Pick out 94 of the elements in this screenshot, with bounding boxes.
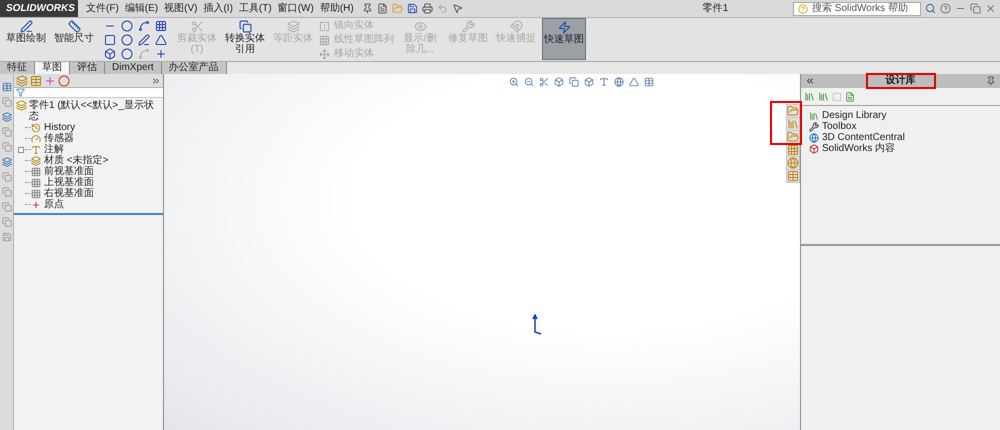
library-item[interactable]: 3D ContentCentral [822,132,905,143]
print-icon[interactable] [422,3,433,14]
document-title: 零件1 [702,2,728,16]
menu-item[interactable]: 工具(T) [238,1,272,16]
wrench-icon [809,122,819,132]
side-toolbar-icon[interactable] [2,202,12,212]
search-icon[interactable] [925,3,936,14]
side-toolbar-icon[interactable] [2,232,12,242]
new-document-icon[interactable] [376,3,388,14]
tree-item[interactable]: 传感器 [44,133,74,144]
search-field[interactable]: 搜索 SolidWorks 帮助 [793,2,921,16]
side-toolbar-icon[interactable] [2,112,12,122]
origin-icon [31,200,41,210]
plane-icon [31,166,41,176]
library-icon [809,110,819,120]
move-icon [319,48,330,60]
side-toolbar-icon[interactable] [2,217,12,227]
globe-icon[interactable] [614,77,624,87]
tree-item[interactable]: 前视基准面 [44,166,94,177]
globe-icon [809,132,819,142]
tab[interactable]: DimXpert [105,62,162,74]
tab[interactable]: 办公室产品 [162,62,227,74]
side-toolbar-icon[interactable] [2,157,12,167]
library-item[interactable]: Design Library [822,110,886,121]
help-icon[interactable] [940,3,951,14]
save-icon[interactable] [406,3,418,14]
copy-icon [238,20,252,33]
cube-icon[interactable] [584,77,594,87]
tab[interactable]: 草图 [35,62,70,74]
ribbon-button[interactable]: 草图绘制 [4,18,48,60]
lightning-icon [558,21,570,34]
filter-icon[interactable] [16,88,25,97]
side-toolbar-icon[interactable] [2,127,12,137]
restore-icon[interactable] [970,3,981,14]
expand-toggle-icon[interactable] [18,146,24,152]
tree-item[interactable]: History [44,122,76,133]
tree-item[interactable]: 注解 [44,144,64,155]
tab[interactable]: 特征 [0,62,35,74]
collapse-icon[interactable] [805,76,815,86]
select-icon[interactable] [452,3,463,14]
grid-icon [319,34,330,46]
ribbon-button[interactable]: 转换实体引用 [223,18,267,60]
rectangle-icon[interactable] [104,34,116,46]
library-icon[interactable] [787,118,799,130]
ribbon-button[interactable]: 快速草图 [542,18,586,60]
side-toolbar-icon[interactable] [2,187,12,197]
tab[interactable]: 评估 [70,62,105,74]
menu-item[interactable]: 编辑(E) [124,1,158,16]
ribbon-button[interactable]: 智能尺寸 [52,18,96,60]
menu-item[interactable]: 文件(F) [86,1,119,16]
grid-icon[interactable] [155,20,167,32]
tree-item[interactable]: 上视基准面 [44,177,94,188]
side-toolbar-icon[interactable] [2,97,12,107]
menu-item[interactable]: 插入(I) [203,1,233,16]
plane-icon [31,188,41,198]
pin-icon[interactable] [986,76,996,86]
task-pane-title: 设计库 [866,73,936,89]
app-logo: SOLIDWORKS [0,0,78,17]
side-toolbar-icon[interactable] [2,172,12,182]
tree-item[interactable]: 零件1 (默认<<默认>_显示状态 [29,100,161,122]
help-bubble-icon [798,4,808,14]
tree-item[interactable]: 右视基准面 [44,188,94,199]
menu-item[interactable]: 窗口(W) [278,1,314,16]
mirror-icon [319,20,330,32]
library-item[interactable]: Toolbox [822,121,856,132]
plane-icon [31,178,41,188]
zoom-in-icon[interactable] [509,77,519,87]
library-item[interactable]: SolidWorks 内容 [822,143,896,154]
ruler-icon [68,20,80,33]
menu-item[interactable]: 视图(V) [164,1,198,16]
pin-icon[interactable] [362,3,373,14]
menu-item[interactable]: 帮助(H) [320,1,354,16]
expand-icon[interactable] [151,76,161,86]
gauge-icon [31,134,41,144]
spline-icon[interactable] [138,20,150,32]
crosshair-tab-icon[interactable] [44,74,56,86]
folder-icon[interactable] [787,131,799,143]
history-icon [31,122,41,132]
triangle-icon[interactable] [155,34,167,46]
zoom-out-icon[interactable] [524,77,534,87]
cube-icon [809,144,819,154]
text-icon[interactable] [599,77,609,87]
highlight-frame [770,101,802,145]
tree-item[interactable]: 原点 [44,199,64,210]
close-icon[interactable] [985,3,996,14]
add-library-icon[interactable] [804,91,815,102]
document-icon[interactable] [845,92,855,102]
side-toolbar-icon[interactable] [2,82,12,92]
pencil-icon [20,20,32,33]
circle-icon[interactable] [121,20,133,32]
origin-icon [532,314,542,336]
side-toolbar-icon[interactable] [2,142,12,152]
annotation-icon [31,144,41,154]
tree-item[interactable]: 材质 <未指定> [44,155,108,166]
